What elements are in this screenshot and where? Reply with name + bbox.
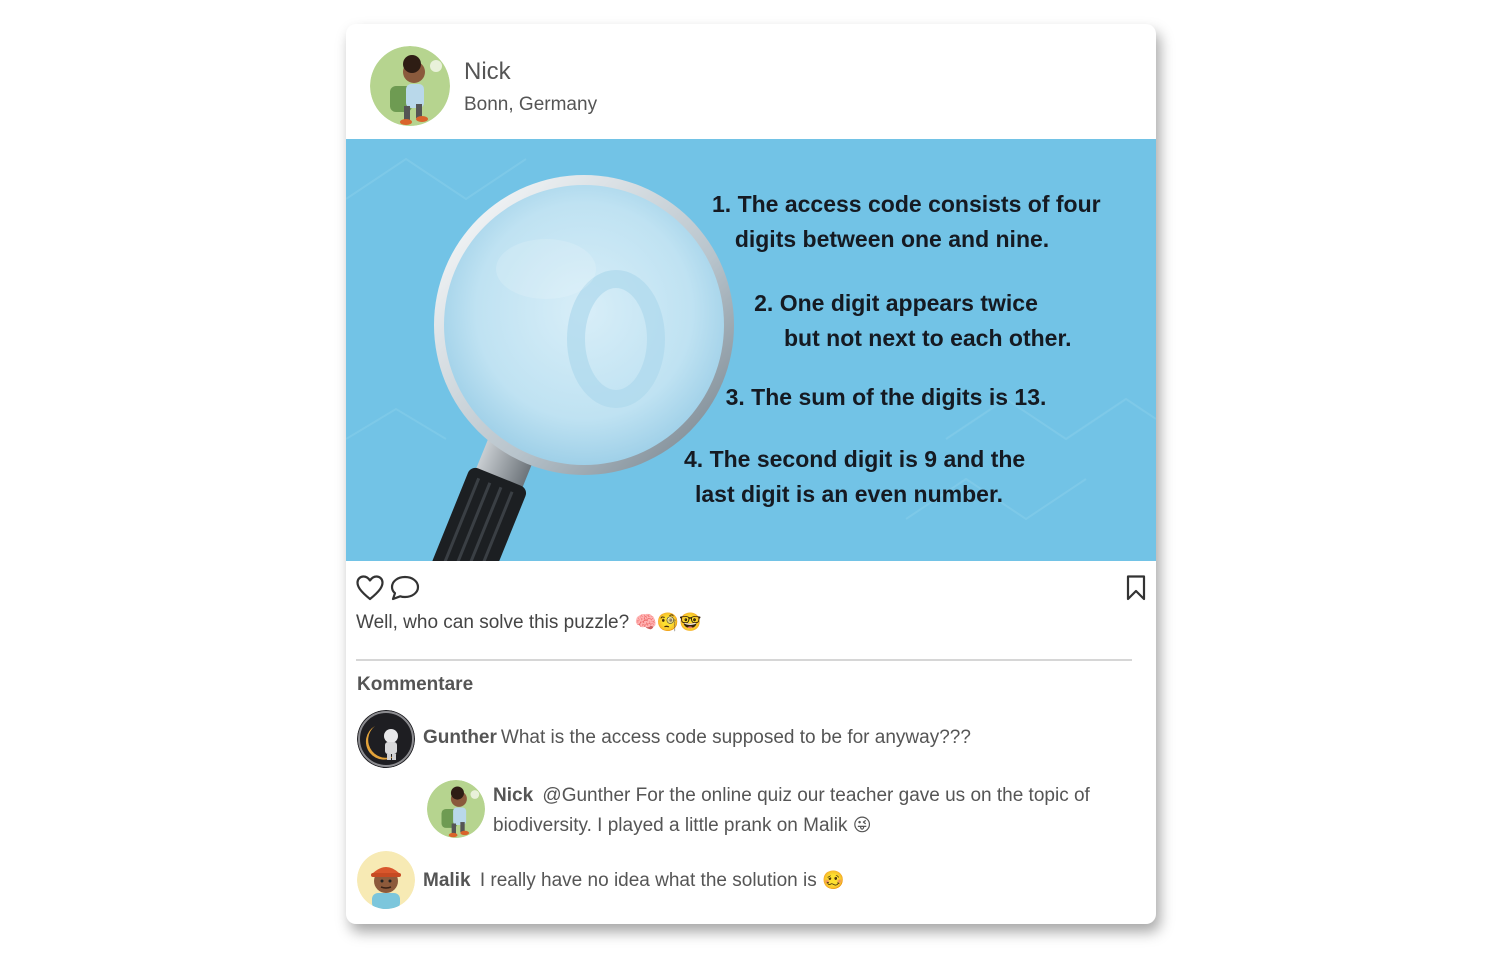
- location[interactable]: Bonn, Germany: [464, 94, 597, 116]
- clue-2-line-1: 2. One digit appears twice: [754, 290, 1038, 316]
- comment-body: @Gunther For the online quiz our teacher…: [493, 785, 1090, 836]
- comment-body: What is the access code supposed to be f…: [500, 727, 971, 748]
- divider: [356, 659, 1132, 661]
- comment-author[interactable]: Nick: [493, 785, 533, 806]
- bookmark-icon[interactable]: [1126, 575, 1146, 606]
- clue-2-line-2: but not next to each other.: [784, 325, 1072, 351]
- clue-4-line-1: 4. The second digit is 9 and the: [684, 446, 1026, 472]
- comment-body: I really have no idea what the solution …: [479, 870, 817, 891]
- caption-text: Well, who can solve this puzzle?: [356, 612, 630, 633]
- comment-text: Malik I really have no idea what the sol…: [423, 866, 1123, 896]
- avatar[interactable]: [370, 46, 450, 126]
- comment-author[interactable]: Malik: [423, 870, 471, 891]
- comment: Malik I really have no idea what the sol…: [357, 851, 1137, 911]
- speech-bubble-icon[interactable]: [390, 575, 420, 606]
- clue-4-line-2: last digit is an even number.: [694, 481, 1004, 507]
- comment-text: Gunther What is the access code supposed …: [423, 723, 1123, 753]
- avatar[interactable]: [357, 851, 415, 909]
- avatar[interactable]: [427, 780, 485, 838]
- comment-author[interactable]: Gunther: [423, 727, 497, 748]
- post-card: Nick Bonn, Germany 1. The access code co…: [346, 24, 1156, 924]
- heart-icon[interactable]: [356, 575, 384, 606]
- clue-4: 4. The second digit is 9 and the last di…: [684, 442, 1026, 512]
- comment-text: Nick @Gunther For the online quiz our te…: [493, 781, 1113, 841]
- comment-reply: Nick @Gunther For the online quiz our te…: [427, 780, 1127, 844]
- clue-1-line-1: 1. The access code consists of four: [712, 191, 1101, 217]
- clue-2: 2. One digit appears twice but not next …: [736, 286, 1072, 356]
- avatar[interactable]: [357, 710, 415, 768]
- post-caption: Well, who can solve this puzzle? 🧠🧐🤓: [356, 612, 702, 634]
- post-image[interactable]: 1. The access code consists of four digi…: [346, 139, 1156, 561]
- clue-1-line-2: digits between one and nine.: [734, 226, 1050, 252]
- clue-1: 1. The access code consists of four digi…: [712, 187, 1101, 257]
- caption-emojis: 🧠🧐🤓: [634, 612, 702, 633]
- clue-3: 3. The sum of the digits is 13.: [716, 380, 1056, 415]
- comment-emoji: 😜: [852, 815, 872, 836]
- post-header: Nick Bonn, Germany: [346, 24, 1156, 139]
- comment-emoji: 🥴: [822, 870, 845, 891]
- post-actions: [346, 561, 1156, 611]
- comments-title: Kommentare: [357, 674, 474, 695]
- comment: Gunther What is the access code supposed …: [357, 710, 1137, 770]
- author-name[interactable]: Nick: [464, 58, 511, 86]
- clue-3-line-1: 3. The sum of the digits is 13.: [725, 384, 1047, 410]
